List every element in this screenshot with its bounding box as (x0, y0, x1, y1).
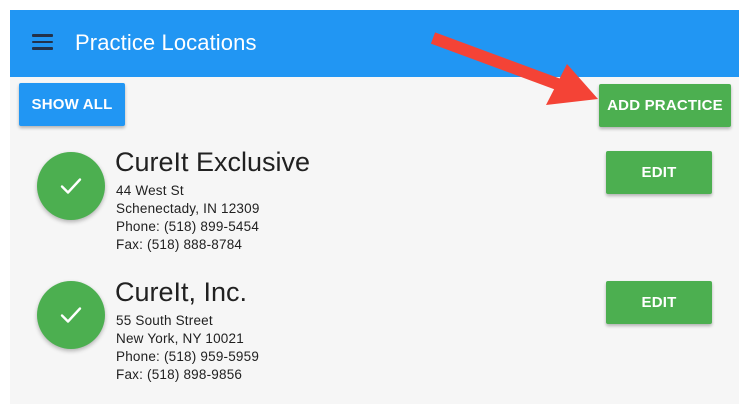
practice-street: 55 South Street (116, 313, 213, 328)
practice-street: 44 West St (116, 183, 184, 198)
list-item: CureIt, Inc. 55 South Street New York, N… (10, 275, 739, 395)
check-icon (60, 178, 82, 194)
status-avatar (37, 281, 105, 349)
app-bar: Practice Locations (10, 10, 739, 77)
list-item: CureIt Exclusive 44 West St Schenectady,… (10, 145, 739, 265)
status-avatar (37, 152, 105, 220)
edit-button[interactable]: EDIT (606, 281, 712, 324)
practice-fax: Fax: (518) 888-8784 (116, 237, 243, 252)
edit-button[interactable]: EDIT (606, 151, 712, 194)
practice-phone: Phone: (518) 959-5959 (116, 349, 260, 364)
check-icon (60, 307, 82, 323)
app-window: Practice Locations SHOW ALL ADD PRACTICE… (10, 10, 739, 404)
practice-city: New York, NY 10021 (116, 331, 244, 346)
practice-phone: Phone: (518) 899-5454 (116, 219, 260, 234)
show-all-button[interactable]: SHOW ALL (19, 83, 125, 126)
practice-name: CureIt Exclusive (115, 147, 311, 177)
practice-name: CureIt, Inc. (115, 277, 248, 307)
hamburger-menu-icon[interactable] (32, 34, 53, 50)
practice-fax: Fax: (518) 898-9856 (116, 367, 243, 382)
page-title: Practice Locations (75, 30, 257, 55)
add-practice-button[interactable]: ADD PRACTICE (599, 84, 731, 127)
practice-city: Schenectady, IN 12309 (116, 201, 260, 216)
